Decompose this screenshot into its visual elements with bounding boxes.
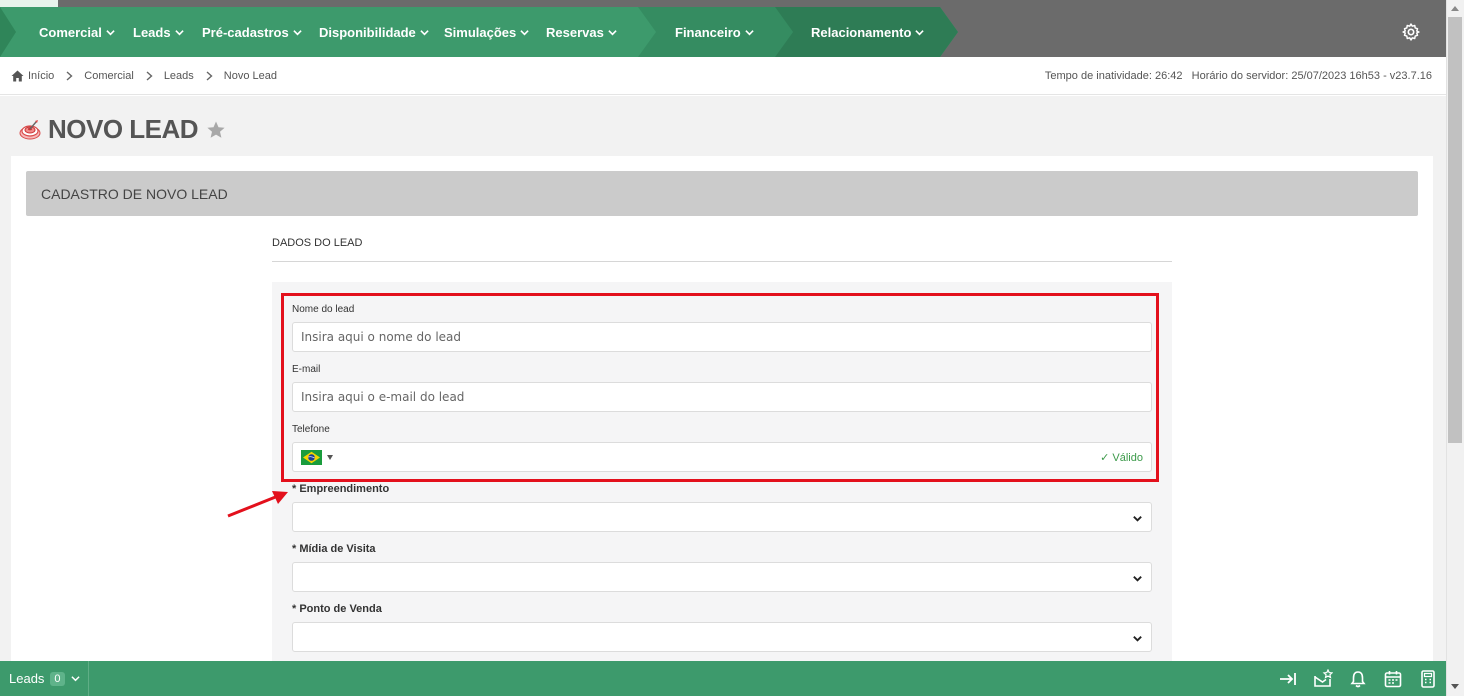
gear-icon[interactable] [1401, 22, 1421, 42]
breadcrumb: Início Comercial Leads Novo Lead [11, 70, 277, 82]
target-lead-icon [19, 119, 41, 139]
nav-item-relacionamento[interactable]: Relacionamento [811, 22, 925, 42]
nav-item-label: Simulações [444, 24, 517, 40]
breadcrumb-item-inicio[interactable]: Início [28, 70, 54, 82]
nav-item-comercial[interactable]: Comercial [39, 22, 115, 42]
nav-item-label: Reservas [546, 24, 604, 40]
chevron-down-icon [520, 29, 529, 35]
leads-panel-toggle[interactable]: Leads 0 [0, 661, 89, 696]
midia-visita-select[interactable] [292, 562, 1152, 592]
section-title: DADOS DO LEAD [272, 237, 363, 249]
card-header: CADASTRO DE NOVO LEAD [26, 171, 1418, 216]
mail-star-icon[interactable] [1313, 669, 1333, 689]
bottom-bar: Leads 0 [0, 661, 1446, 696]
chevron-down-icon [420, 29, 429, 35]
nav-item-disponibilidade[interactable]: Disponibilidade [319, 22, 429, 42]
nav-item-leads[interactable]: Leads [133, 22, 184, 42]
calculator-icon[interactable] [1418, 669, 1438, 689]
chevron-right-icon [206, 71, 213, 81]
favorite-star-icon[interactable] [206, 120, 226, 140]
section-divider [272, 261, 1172, 262]
chevron-down-icon [106, 29, 115, 35]
highlight-box [281, 293, 1159, 482]
page-title: NOVO LEAD [48, 114, 199, 144]
ponto-venda-label: * Ponto de Venda [292, 603, 382, 615]
chevron-down-icon [1133, 576, 1142, 582]
ponto-venda-select[interactable] [292, 622, 1152, 652]
leads-panel-label: Leads [9, 671, 45, 686]
chevron-right-icon [66, 71, 73, 81]
chevron-down-icon [745, 29, 754, 35]
breadcrumb-item-comercial[interactable]: Comercial [84, 70, 134, 82]
breadcrumb-bar: Início Comercial Leads Novo Lead Tempo d… [0, 57, 1446, 95]
leads-count-badge: 0 [50, 671, 65, 686]
collapse-to-right-icon[interactable] [1278, 669, 1298, 689]
bell-icon[interactable] [1348, 669, 1368, 689]
annotation-arrow-icon [227, 491, 288, 518]
chevron-down-icon [915, 29, 925, 35]
chevron-down-icon [1133, 516, 1142, 522]
chevron-down-icon [1133, 636, 1142, 642]
card-header-title: CADASTRO DE NOVO LEAD [41, 186, 228, 202]
chevron-down-icon [608, 29, 617, 35]
calendar-icon[interactable] [1383, 669, 1403, 689]
breadcrumb-item-novo-lead: Novo Lead [223, 70, 278, 82]
chevron-down-icon [293, 29, 302, 35]
empreendimento-label: * Empreendimento [292, 483, 390, 495]
nav-item-reservas[interactable]: Reservas [546, 22, 617, 42]
nav-item-label: Pré-cadastros [202, 24, 289, 40]
nav-item-label: Leads [133, 24, 171, 40]
breadcrumb-item-leads[interactable]: Leads [164, 70, 194, 82]
scrollbar-thumb[interactable] [1448, 17, 1462, 443]
server-info: Tempo de inatividade: 26:42 Horário do s… [1044, 70, 1432, 82]
top-strip [0, 0, 58, 7]
chevron-down-icon [174, 29, 184, 35]
empreendimento-select[interactable] [292, 502, 1152, 532]
nav-item-simulacoes[interactable]: Simulações [444, 22, 529, 42]
page-title-row: NOVO LEAD [18, 114, 226, 145]
nav-item-pre-cadastros[interactable]: Pré-cadastros [202, 22, 302, 42]
nav-item-label: Disponibilidade [319, 24, 416, 40]
chevron-right-icon [146, 71, 153, 81]
nav-item-label: Comercial [39, 24, 102, 40]
midia-visita-label: * Mídia de Visita [292, 543, 376, 555]
chevron-down-icon [70, 676, 80, 682]
scroll-up-arrow-icon[interactable] [1451, 6, 1459, 11]
nav-item-financeiro[interactable]: Financeiro [675, 22, 754, 42]
nav-item-label: Relacionamento [811, 24, 912, 40]
top-navigation-bar: Comercial Leads Pré-cadastros Disponibil… [0, 0, 1446, 57]
home-icon[interactable] [11, 70, 24, 82]
nav-item-label: Financeiro [675, 24, 741, 40]
scroll-down-arrow-icon[interactable] [1451, 684, 1459, 689]
